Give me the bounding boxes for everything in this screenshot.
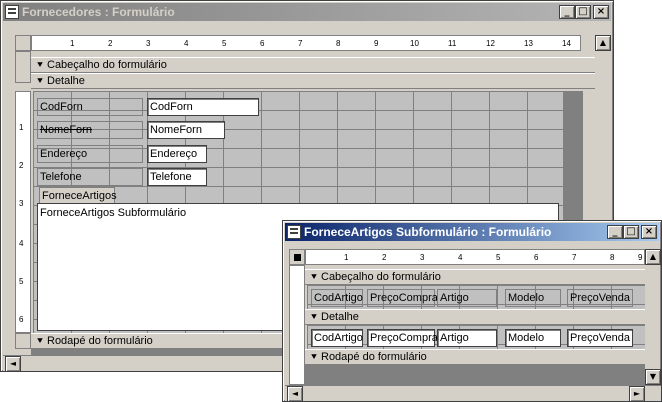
main-window-title: Fornecedores : Formulário: [22, 5, 175, 19]
ruler-tick: 14: [562, 39, 571, 48]
telefone-textbox[interactable]: Telefone: [147, 168, 207, 186]
subform-header-label: Cabeçalho do formulário: [321, 271, 441, 283]
footer-section-selector[interactable]: [15, 333, 31, 349]
subform-footer-section[interactable]: ⯆ Rodapé do formulário: [305, 349, 645, 365]
endereco-textbox[interactable]: Endereço: [147, 145, 207, 163]
precocompra-header-label[interactable]: PreçoCompra: [367, 289, 438, 307]
ruler-tick: 11: [448, 39, 457, 48]
modelo-textbox[interactable]: Modelo: [505, 329, 561, 347]
artigo-header-label[interactable]: Artigo: [437, 289, 497, 307]
form-selector-square: [294, 254, 301, 261]
endereco-label[interactable]: Endereço: [37, 145, 143, 163]
ruler-tick: 4: [458, 253, 463, 262]
form-icon[interactable]: [287, 225, 301, 239]
section-arrow-icon: ⯆: [36, 335, 44, 347]
scroll-down-button[interactable]: ▼: [645, 369, 661, 385]
section-arrow-icon: ⯆: [36, 75, 44, 87]
precovenda-textbox[interactable]: PreçoVenda: [567, 329, 633, 347]
subform-title-bar[interactable]: ForneceArtigos Subformulário : Formulári…: [285, 223, 659, 241]
ruler-tick: 6: [534, 253, 539, 262]
ruler-tick: 3: [146, 39, 151, 48]
subform-footer-outside-area: [305, 365, 645, 385]
detail-section[interactable]: ⯆ Detalhe: [31, 73, 595, 89]
form-icon[interactable]: [5, 5, 19, 19]
scroll-left-button[interactable]: ◄: [5, 356, 21, 372]
close-button[interactable]: ×: [593, 5, 609, 19]
horizontal-scrollbar[interactable]: [3, 355, 283, 371]
codforn-label[interactable]: CodForn: [37, 98, 143, 116]
ruler-tick: 8: [610, 253, 615, 262]
ruler-tick: 2: [382, 253, 387, 262]
vruler-tick: 4: [19, 239, 24, 248]
subform-window-title: ForneceArtigos Subformulário : Formulári…: [304, 225, 552, 239]
subform-horizontal-scrollbar[interactable]: [285, 385, 661, 401]
vruler-tick: 5: [19, 277, 24, 286]
minimize-button[interactable]: _: [559, 5, 575, 19]
ruler-tick: 7: [298, 39, 303, 48]
ruler-tick: 10: [410, 39, 419, 48]
subform-footer-label: Rodapé do formulário: [321, 351, 427, 363]
section-arrow-icon: ⯆: [36, 59, 44, 71]
codartigo-textbox[interactable]: CodArtigo: [311, 329, 363, 347]
telefone-label[interactable]: Telefone: [37, 168, 143, 186]
select-form-box[interactable]: [15, 35, 31, 51]
vruler-tick: 1: [19, 123, 24, 132]
header-section-selector[interactable]: [15, 51, 31, 83]
ruler-tick: 1: [70, 39, 75, 48]
vruler-tick: 3: [19, 199, 24, 208]
section-arrow-icon: ⯆: [310, 351, 318, 363]
detail-label: Detalhe: [47, 75, 85, 87]
ruler-tick: 4: [184, 39, 189, 48]
select-form-box[interactable]: [289, 249, 305, 265]
ruler-tick: 9: [638, 253, 643, 262]
form-footer-label: Rodapé do formulário: [47, 335, 153, 347]
form-header-label: Cabeçalho do formulário: [47, 59, 167, 71]
ruler-tick: 9: [374, 39, 379, 48]
nomeforn-label[interactable]: NomeForn: [37, 121, 143, 139]
vruler-tick: 2: [19, 161, 24, 170]
subform-window: ForneceArtigos Subformulário : Formulári…: [282, 220, 662, 402]
ruler-tick: 2: [108, 39, 113, 48]
scroll-left-button[interactable]: ◄: [287, 386, 303, 402]
ruler-tick: 13: [524, 39, 533, 48]
ruler-tick: 5: [222, 39, 227, 48]
maximize-button[interactable]: □: [575, 5, 591, 19]
scroll-up-button[interactable]: ▲: [645, 249, 661, 265]
ruler-tick: 12: [486, 39, 495, 48]
nomeforn-textbox[interactable]: NomeForn: [147, 121, 225, 139]
precocompra-textbox[interactable]: PreçoCompra: [367, 329, 438, 347]
subform-header-section[interactable]: ⯆ Cabeçalho do formulário: [305, 269, 645, 285]
subform-horizontal-ruler[interactable]: 1 2 3 4 5 6 7 8 9: [305, 249, 645, 265]
minimize-button[interactable]: _: [607, 225, 623, 239]
precovenda-header-label[interactable]: PreçoVenda: [567, 289, 633, 307]
ruler-tick: 1: [344, 253, 349, 262]
form-header-section[interactable]: ⯆ Cabeçalho do formulário: [31, 57, 595, 73]
modelo-header-label[interactable]: Modelo: [505, 289, 561, 307]
vruler-tick: 6: [19, 315, 24, 324]
codforn-textbox[interactable]: CodForn: [147, 98, 259, 116]
maximize-button[interactable]: □: [623, 225, 639, 239]
horizontal-ruler[interactable]: 1 2 3 4 5 6 7 8 9 10 11 12 13 14: [31, 35, 581, 51]
ruler-tick: 5: [496, 253, 501, 262]
ruler-tick: 6: [260, 39, 265, 48]
codartigo-header-label[interactable]: CodArtigo: [311, 289, 363, 307]
subform-name-text: ForneceArtigos Subformulário: [40, 207, 187, 219]
ruler-tick: 8: [336, 39, 341, 48]
subform-vertical-ruler[interactable]: [289, 265, 305, 385]
section-arrow-icon: ⯆: [310, 311, 318, 323]
ruler-tick: 3: [420, 253, 425, 262]
scroll-right-button[interactable]: ►: [629, 386, 645, 402]
subform-detail-label: Detalhe: [321, 311, 359, 323]
subform-detail-section[interactable]: ⯆ Detalhe: [305, 309, 645, 325]
scroll-up-button[interactable]: ▲: [595, 35, 611, 51]
main-title-bar[interactable]: Fornecedores : Formulário _ □ ×: [3, 3, 611, 21]
ruler-tick: 7: [572, 253, 577, 262]
section-arrow-icon: ⯆: [310, 271, 318, 283]
artigo-textbox[interactable]: Artigo: [437, 329, 497, 347]
close-button[interactable]: ×: [641, 225, 657, 239]
